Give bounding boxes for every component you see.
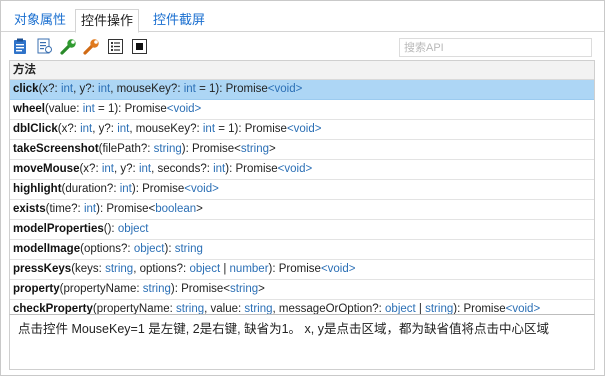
- method-signature: (x?: int, y?: int, seconds?: int): Promi…: [79, 163, 313, 175]
- method-name: highlight: [13, 183, 62, 195]
- method-name: exists: [13, 203, 46, 215]
- tab-bar: 对象属性 控件操作 控件截屏: [1, 9, 604, 33]
- method-row-modelImage[interactable]: modelImage(options?: object): string: [10, 240, 594, 260]
- method-name: pressKeys: [13, 263, 72, 275]
- method-row-moveMouse[interactable]: moveMouse(x?: int, y?: int, seconds?: in…: [10, 160, 594, 180]
- method-signature: (x?: int, y?: int, mouseKey?: int = 1): …: [57, 123, 322, 135]
- method-row-property[interactable]: property(propertyName: string): Promise<…: [10, 280, 594, 300]
- method-row-pressKeys[interactable]: pressKeys(keys: string, options?: object…: [10, 260, 594, 280]
- method-description: 点击控件 MouseKey=1 是左键, 2是右键, 缺省为1。 x, y是点击…: [9, 314, 595, 370]
- method-row-wheel[interactable]: wheel(value: int = 1): Promise<void>: [10, 100, 594, 120]
- method-row-exists[interactable]: exists(time?: int): Promise<boolean>: [10, 200, 594, 220]
- tab-control-operations[interactable]: 控件操作: [75, 9, 140, 33]
- method-row-click[interactable]: click(x?: int, y?: int, mouseKey?: int =…: [10, 80, 594, 100]
- tab-control-screenshot[interactable]: 控件截屏: [148, 9, 210, 31]
- clipboard-icon[interactable]: [11, 37, 29, 55]
- orange-wrench-icon[interactable]: [82, 37, 100, 55]
- method-signature: (propertyName: string): Promise<string>: [59, 283, 265, 295]
- window-icon[interactable]: [130, 37, 148, 55]
- method-row-highlight[interactable]: highlight(duration?: int): Promise<void>: [10, 180, 594, 200]
- method-name: modelProperties: [13, 223, 104, 235]
- methods-list: click(x?: int, y?: int, mouseKey?: int =…: [10, 80, 594, 315]
- search-input[interactable]: [399, 38, 592, 57]
- document-list-icon[interactable]: [35, 37, 53, 55]
- method-signature: (filePath?: string): Promise<string>: [98, 143, 276, 155]
- method-row-modelProperties[interactable]: modelProperties(): object: [10, 220, 594, 240]
- method-row-takeScreenshot[interactable]: takeScreenshot(filePath?: string): Promi…: [10, 140, 594, 160]
- method-name: dblClick: [13, 123, 58, 135]
- method-row-dblClick[interactable]: dblClick(x?: int, y?: int, mouseKey?: in…: [10, 120, 594, 140]
- method-signature: (): object: [103, 223, 149, 235]
- column-header-method[interactable]: 方法: [10, 61, 594, 80]
- method-name: wheel: [13, 103, 45, 115]
- window-frame: 对象属性 控件操作 控件截屏 搜索API 方法 click(x?: int, y…: [0, 0, 605, 376]
- method-signature: (duration?: int): Promise<void>: [61, 183, 219, 195]
- method-signature: (keys: string, options?: object | number…: [71, 263, 356, 275]
- list-view-icon[interactable]: [106, 37, 124, 55]
- method-name: modelImage: [13, 243, 81, 255]
- method-name: moveMouse: [13, 163, 80, 175]
- methods-grid: 方法 click(x?: int, y?: int, mouseKey?: in…: [9, 60, 595, 316]
- method-signature: (value: int = 1): Promise<void>: [44, 103, 202, 115]
- method-signature: (time?: int): Promise<boolean>: [45, 203, 203, 215]
- method-name: property: [13, 283, 60, 295]
- tab-object-properties[interactable]: 对象属性: [9, 9, 71, 31]
- method-signature: (options?: object): string: [80, 243, 203, 255]
- green-wrench-icon[interactable]: [59, 37, 77, 55]
- method-name: takeScreenshot: [13, 143, 99, 155]
- method-signature: (x?: int, y?: int, mouseKey?: int = 1): …: [38, 83, 303, 95]
- method-name: click: [13, 83, 39, 95]
